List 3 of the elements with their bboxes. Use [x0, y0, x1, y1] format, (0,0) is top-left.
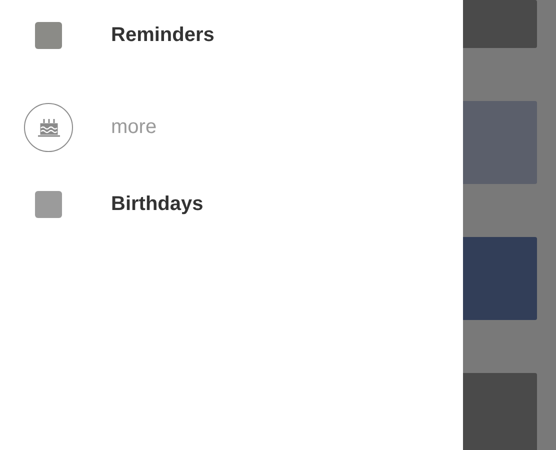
drawer-item-label[interactable]: Birthdays — [111, 192, 204, 216]
cake-button[interactable] — [24, 102, 73, 152]
drawer-item-label[interactable]: Reminders — [111, 24, 214, 46]
